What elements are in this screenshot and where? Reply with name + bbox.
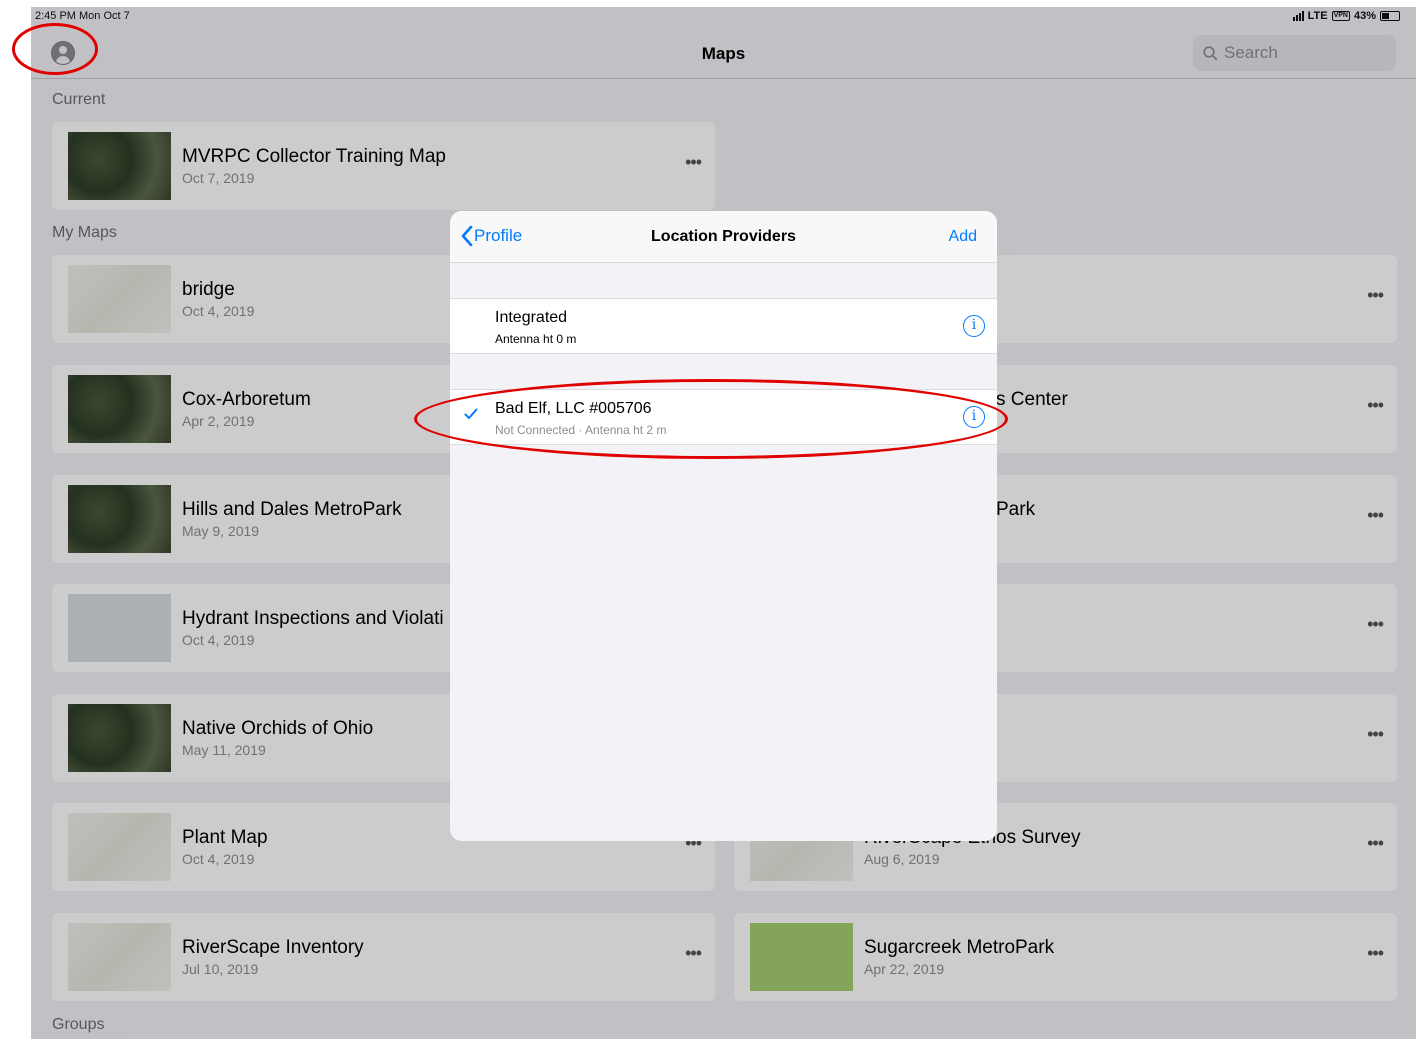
info-icon[interactable]: i xyxy=(963,406,985,428)
add-button[interactable]: Add xyxy=(949,228,977,246)
back-button[interactable]: Profile xyxy=(460,225,522,247)
provider-row-integrated[interactable]: Integrated Antenna ht 0 m i xyxy=(450,298,997,354)
provider-name: Integrated xyxy=(495,309,568,326)
chevron-left-icon xyxy=(461,225,473,247)
modal-navigation-bar: Profile Location Providers Add xyxy=(450,211,997,263)
info-icon[interactable]: i xyxy=(963,315,985,337)
provider-detail: Not Connected · Antenna ht 2 m xyxy=(495,423,667,437)
provider-row-bad-elf[interactable]: Bad Elf, LLC #005706 Not Connected · Ant… xyxy=(450,389,997,445)
provider-detail: Antenna ht 0 m xyxy=(495,332,577,346)
location-providers-modal: Profile Location Providers Add Integrate… xyxy=(450,211,997,841)
checkmark-icon xyxy=(464,408,478,419)
back-label: Profile xyxy=(474,226,523,245)
provider-name: Bad Elf, LLC #005706 xyxy=(495,400,652,417)
modal-title: Location Providers xyxy=(651,228,796,245)
